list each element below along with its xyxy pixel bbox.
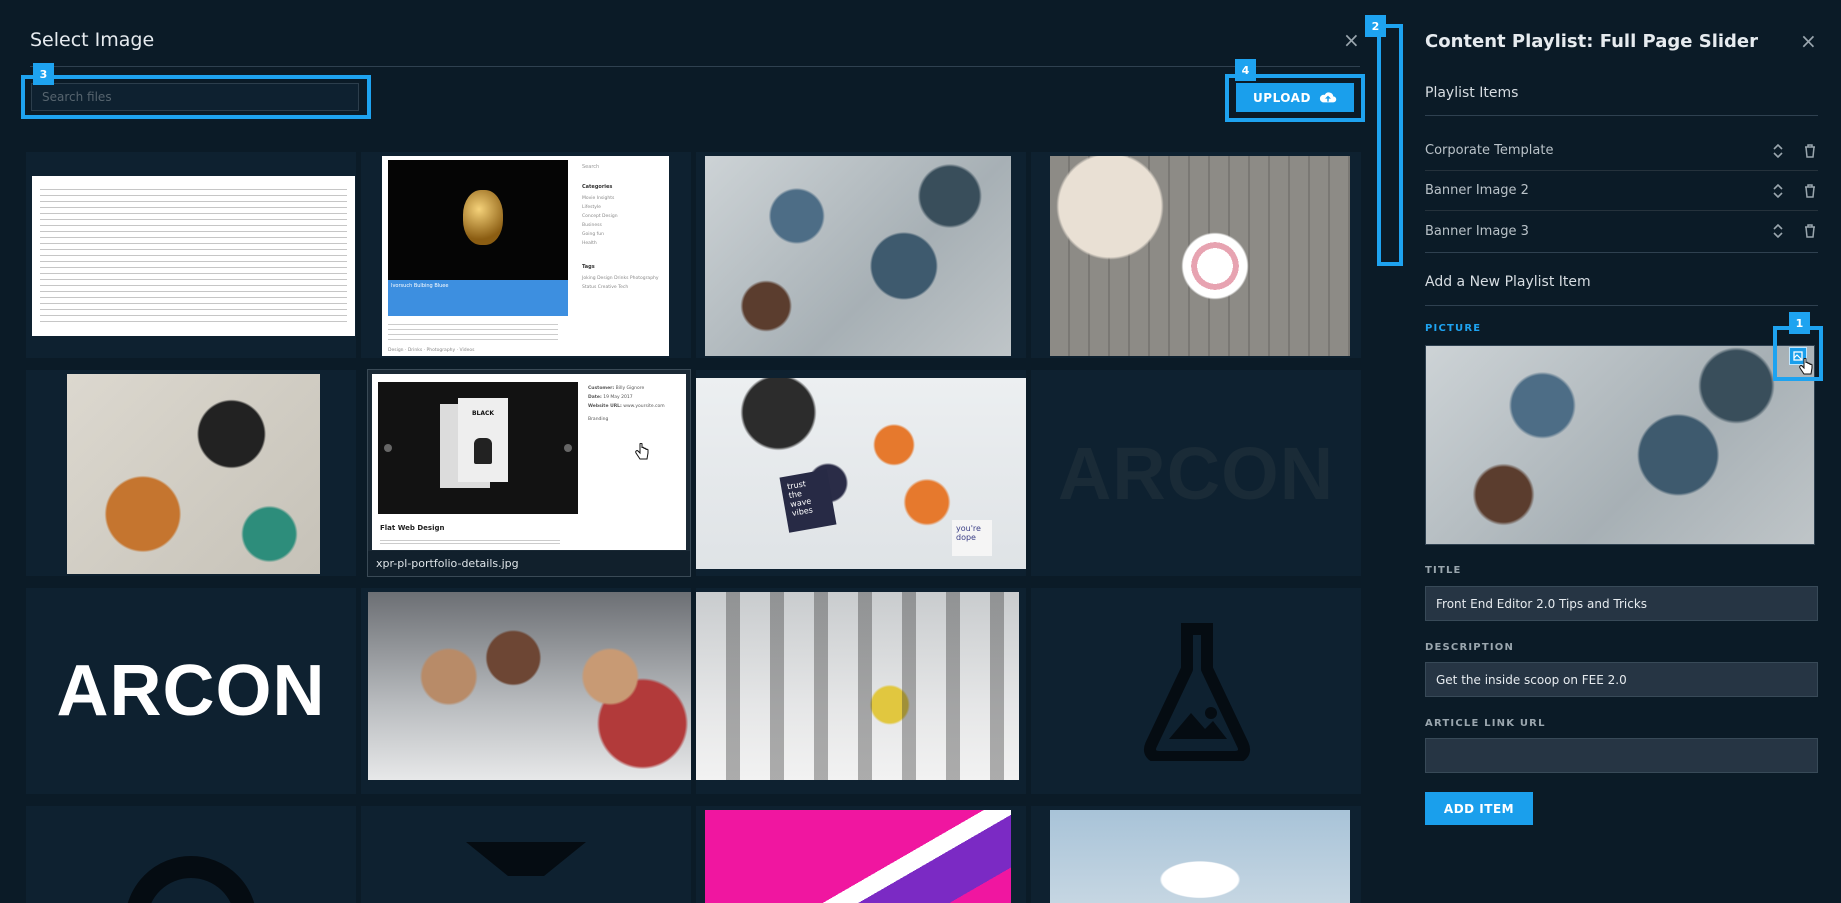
article-link-label: ARTICLE LINK URL (1425, 718, 1546, 729)
desk-shoes-photo: trust the wave vibes you're dope (696, 378, 1026, 569)
flask-image-icon (1144, 623, 1250, 761)
upload-highlight: UPLOAD (1225, 74, 1365, 122)
portfolio-screenshot-thumbnail: BLACK Customer: Billy Gignore Date: 19 M… (372, 374, 686, 550)
playlist-item[interactable]: Banner Image 2 (1425, 171, 1818, 211)
playlist-item[interactable]: Banner Image 3 (1425, 211, 1818, 251)
trash-icon[interactable] (1802, 183, 1818, 199)
picture-preview (1425, 345, 1815, 545)
blog-search: Search (582, 164, 600, 170)
grid-item-placeholder-3[interactable] (361, 806, 691, 903)
logo-white-thumbnail: ARCON (56, 651, 326, 731)
grid-item-document[interactable] (26, 152, 356, 358)
hand-cursor-icon (635, 443, 649, 460)
playlist-end-divider (1425, 252, 1818, 253)
article-link-input[interactable] (1425, 738, 1818, 773)
modal-close-icon[interactable]: × (1343, 28, 1360, 52)
panel-close-icon[interactable]: × (1800, 29, 1817, 53)
playlist-divider (1425, 115, 1818, 116)
trash-icon[interactable] (1802, 223, 1818, 239)
upload-label: UPLOAD (1253, 90, 1311, 105)
grid-item-office-desk[interactable] (696, 152, 1026, 358)
callout-badge-3: 3 (33, 63, 54, 85)
travel-flatlay-photo (67, 374, 320, 574)
add-item-title: Add a New Playlist Item (1425, 274, 1591, 290)
description-input[interactable] (1425, 662, 1818, 697)
grid-item-placeholder-2[interactable] (26, 806, 356, 903)
search-input[interactable] (31, 83, 359, 111)
shoes-card-2: you're dope (952, 520, 992, 556)
blog-categories: Movie Insights Lifestyle Concept Design Bu… (582, 196, 618, 246)
trash-icon[interactable] (1802, 143, 1818, 159)
playlist-item-label: Banner Image 3 (1425, 223, 1529, 239)
table-coffee-photo (1050, 156, 1350, 356)
grid-item-team[interactable] (361, 588, 691, 794)
grid-item-blog-screenshot[interactable]: Ivorsuch Bulbing Bluee Search Categories… (361, 152, 691, 358)
blog-categories-title: Categories (582, 184, 613, 190)
callout-badge-2: 2 (1365, 15, 1386, 37)
office-desk-photo (705, 156, 1011, 356)
sort-icon[interactable] (1770, 183, 1786, 199)
title-input[interactable] (1425, 586, 1818, 621)
callout-badge-1: 1 (1789, 312, 1810, 334)
grid-item-travel-flatlay[interactable] (26, 370, 356, 576)
picture-preview-photo (1426, 346, 1814, 544)
team-photo (368, 592, 691, 780)
upload-button[interactable]: UPLOAD (1236, 83, 1354, 112)
magenta-package-photo (705, 810, 1011, 903)
blog-caption: Ivorsuch Bulbing Bluee (388, 280, 568, 316)
blog-tags-title: Tags (582, 264, 595, 270)
search-highlight (21, 75, 371, 119)
playlist-item-label: Banner Image 2 (1425, 183, 1529, 198)
group-photo (696, 592, 1019, 780)
add-item-button[interactable]: ADD ITEM (1425, 792, 1533, 825)
image-filename-caption: xpr-pl-portfolio-details.jpg (368, 551, 690, 576)
blog-screenshot-thumbnail: Ivorsuch Bulbing Bluee Search Categories… (382, 156, 669, 356)
playlist-item[interactable]: Corporate Template (1425, 131, 1818, 171)
select-image-modal: Select Image × 3 UPLOAD 4 Ivorsuch Bulbi… (0, 0, 1380, 903)
placeholder-icon (127, 856, 255, 903)
title-label: TITLE (1425, 565, 1462, 576)
playlist-item-label: Corporate Template (1425, 143, 1554, 158)
portfolio-book-text: BLACK (471, 410, 495, 417)
picture-label: PICTURE (1425, 323, 1482, 334)
hand-cursor-icon (1799, 358, 1813, 375)
modal-divider (30, 66, 1360, 67)
playlist-items-title: Playlist Items (1425, 85, 1519, 101)
shoes-card: trust the wave vibes (779, 469, 837, 533)
blue-book-photo (1050, 810, 1350, 903)
image-grid: Ivorsuch Bulbing Bluee Search Categories… (26, 152, 1366, 903)
grid-item-logo-dark[interactable]: ARCON (1031, 370, 1361, 576)
portfolio-meta: Customer: Billy Gignore Date: 19 May 201… (588, 386, 665, 422)
grid-item-blue-book[interactable] (1031, 806, 1361, 903)
grid-item-logo-white[interactable]: ARCON (26, 588, 356, 794)
grid-item-magenta-package[interactable] (696, 806, 1026, 903)
grid-item-group[interactable] (696, 588, 1026, 794)
cloud-upload-icon (1319, 92, 1337, 103)
callout-badge-4: 4 (1235, 59, 1256, 81)
add-item-divider (1425, 305, 1818, 306)
portfolio-title: Flat Web Design (380, 524, 445, 532)
blog-footer-tags: Design · Drinks · Photography · Videos (388, 348, 475, 353)
panel-resize-handle[interactable] (1377, 24, 1403, 266)
sort-icon[interactable] (1770, 143, 1786, 159)
grid-item-placeholder[interactable] (1031, 588, 1361, 794)
modal-title: Select Image (30, 29, 155, 51)
blog-tags: Joking Design Drinks Photography Status … (582, 276, 659, 290)
sort-icon[interactable] (1770, 223, 1786, 239)
content-playlist-panel: Content Playlist: Full Page Slider × Pla… (1403, 0, 1841, 903)
placeholder-icon (466, 842, 586, 876)
grid-item-table-coffee[interactable] (1031, 152, 1361, 358)
description-label: DESCRIPTION (1425, 642, 1515, 653)
logo-dark-thumbnail: ARCON (1057, 431, 1335, 515)
grid-item-portfolio-details[interactable]: BLACK Customer: Billy Gignore Date: 19 M… (367, 369, 691, 577)
picture-action-highlight (1773, 326, 1823, 381)
grid-item-desk-shoes[interactable]: trust the wave vibes you're dope (696, 370, 1026, 576)
document-thumbnail (32, 176, 355, 336)
panel-title: Content Playlist: Full Page Slider (1425, 31, 1759, 52)
